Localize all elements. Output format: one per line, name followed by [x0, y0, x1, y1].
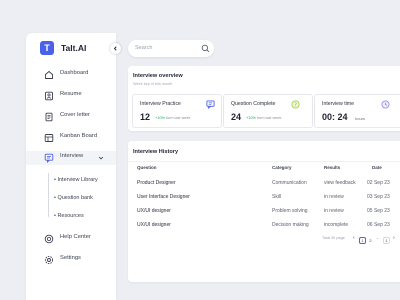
clock-icon — [381, 100, 390, 109]
cell-category: Problem solving — [272, 208, 308, 214]
sidebar-item-label: Cover letter — [60, 112, 90, 118]
cell-question: User Interface Designer — [137, 194, 190, 200]
overview-subtitle: Week key of this month — [133, 82, 173, 86]
sidebar-item-interview[interactable]: Interview — [26, 151, 116, 165]
sidebar-item-label: Kanban Board — [60, 133, 98, 139]
svg-text:?: ? — [294, 102, 297, 108]
sidebar: T Talt.AI Dashboard Resume Cover letter … — [26, 33, 121, 300]
overview-title: Interview overview — [133, 73, 183, 79]
stat-title: Question Complete — [231, 101, 276, 107]
column-header-date[interactable]: Date — [372, 165, 382, 170]
resume-icon — [45, 91, 53, 101]
question-icon: ? — [291, 100, 300, 109]
sidebar-item-dashboard[interactable]: Dashboard — [26, 68, 116, 82]
pager-next-button[interactable]: › — [393, 235, 395, 241]
brand-logo: T — [40, 41, 54, 55]
pager-ellipsis: ... — [376, 236, 380, 240]
cell-result: in review — [324, 208, 344, 214]
cell-question: Product Designer — [137, 180, 176, 186]
stat-interview-practice: Interview Practice 12 +10% form last wee… — [132, 94, 222, 128]
column-header-question[interactable]: Question — [137, 165, 157, 170]
cell-category: Decision making — [272, 222, 309, 228]
stat-unit: hours — [355, 116, 366, 121]
sidebar-item-label: Dashboard — [60, 70, 89, 76]
cell-result-link[interactable]: view feedback — [324, 180, 356, 186]
cell-category: Skill — [272, 194, 282, 200]
cell-category: Communication — [272, 180, 307, 186]
submenu-line — [48, 173, 49, 217]
pager-page-1[interactable]: 1 — [359, 237, 366, 244]
stat-value: 24 — [231, 112, 242, 122]
cell-question: UX/UI designer — [137, 222, 171, 228]
column-header-results[interactable]: Results — [324, 165, 340, 170]
pager-total: Total 30 page — [322, 236, 345, 240]
kanban-icon — [44, 134, 54, 142]
sidebar-item-help-center[interactable]: Help Center — [26, 232, 116, 246]
table-row[interactable]: User Interface Designer Skill in review … — [128, 191, 400, 205]
cell-result: in review — [324, 194, 344, 200]
search-placeholder: Search — [135, 45, 153, 51]
help-icon — [44, 234, 54, 244]
pager-prev-button[interactable]: ‹ — [353, 235, 355, 241]
sidebar-item-cover-letter[interactable]: Cover letter — [26, 110, 116, 124]
cell-date: 02 Sep 23 — [367, 180, 390, 186]
stat-change: +10% form last week — [155, 116, 190, 120]
sidebar-item-kanban-board[interactable]: Kanban Board — [26, 131, 116, 145]
chevron-down-icon — [98, 156, 104, 160]
brand[interactable]: T Talt.AI — [40, 41, 86, 55]
brand-name: Talt.AI — [61, 43, 87, 53]
sidebar-item-label: Settings — [60, 255, 81, 261]
chevron-left-icon — [113, 46, 117, 51]
stat-title: Interview time — [322, 101, 354, 107]
stat-change-text: form last week — [256, 116, 282, 120]
sidebar-item-label: Resume — [60, 91, 82, 97]
submenu-question-bank[interactable]: • Question bank — [54, 195, 93, 201]
stat-question-complete: Question Complete ? 24 +10% form last we… — [223, 94, 313, 128]
stat-interview-time: Interview time 00: 24 hours — [314, 94, 400, 128]
cell-date: 03 Sep 23 — [367, 194, 390, 200]
column-header-category[interactable]: Category — [272, 165, 292, 170]
cell-date: 06 Sep 23 — [367, 222, 390, 228]
search-input[interactable]: Search — [128, 40, 214, 57]
settings-icon — [44, 255, 54, 265]
pager-page-current[interactable]: 1 — [383, 237, 390, 244]
stat-value: 12 — [140, 112, 151, 122]
table-row[interactable]: UX/UI designer Problem solving in review… — [128, 205, 400, 219]
cell-result: incomplete — [324, 222, 349, 228]
divider — [128, 161, 400, 162]
collapse-sidebar-button[interactable] — [110, 43, 121, 54]
dashboard-icon — [45, 70, 53, 79]
cell-date: 05 Sep 23 — [367, 208, 390, 214]
stat-change: +10% form last week — [246, 116, 281, 120]
submenu-interview-library[interactable]: • Interview Library — [54, 177, 98, 183]
submenu-resources[interactable]: • Resources — [54, 213, 84, 219]
sidebar-item-resume[interactable]: Resume — [26, 89, 116, 103]
sidebar-item-label: Help Center — [60, 234, 91, 240]
table-row[interactable]: Product Designer Communication view feed… — [128, 177, 400, 191]
table-row[interactable]: UX/UI designer Decision making incomplet… — [128, 219, 400, 233]
stat-change-text: form last week — [165, 116, 191, 120]
stat-title: Interview Practice — [140, 101, 181, 107]
interview-icon — [44, 153, 54, 163]
stat-change-percent: +10% — [155, 116, 165, 120]
cell-question: UX/UI designer — [137, 208, 171, 214]
pager-page-2[interactable]: 2 — [367, 237, 374, 244]
cover-letter-icon — [45, 112, 53, 122]
chat-icon — [206, 100, 215, 109]
stat-change-percent: +10% — [246, 116, 256, 120]
search-icon[interactable] — [201, 44, 210, 53]
sidebar-item-label: Interview — [60, 153, 84, 159]
interview-history-card: Interview History Question Category Resu… — [128, 141, 400, 282]
stat-value: 00: 24 — [322, 112, 348, 122]
sidebar-item-settings[interactable]: Settings — [26, 253, 116, 267]
history-title: Interview History — [133, 149, 179, 155]
